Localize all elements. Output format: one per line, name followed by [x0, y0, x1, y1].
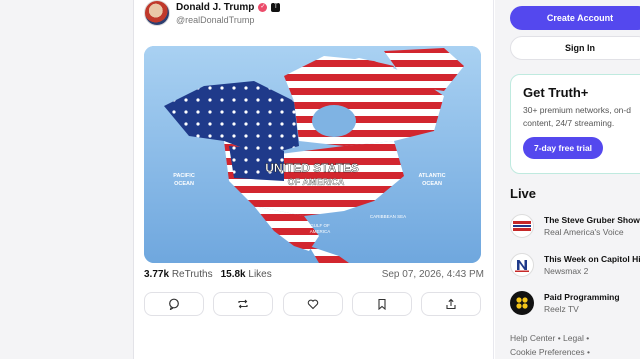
gulf-label-line2: AMERICA: [310, 229, 331, 234]
live-item[interactable]: Paid Programming Reelz TV: [510, 289, 640, 317]
atlantic-label-line1: ATLANTIC: [418, 173, 445, 179]
truth-plus-card: Get Truth+ 30+ premium networks, on-d co…: [510, 74, 640, 174]
live-network: Real America's Voice: [544, 227, 624, 237]
likes-count: 15.8k: [220, 269, 246, 280]
live-show-title: Paid Programming: [544, 292, 620, 302]
avatar[interactable]: [144, 0, 170, 26]
heart-icon: [307, 299, 318, 310]
live-network: Newsmax 2: [544, 266, 589, 276]
live-item[interactable]: The Steve Gruber Show Real America's Voi…: [510, 212, 640, 240]
map-title-line2: OF AMERICA: [288, 177, 345, 187]
rav-logo: [510, 214, 534, 238]
share-icon: [446, 298, 456, 310]
pacific-label-line1: PACIFIC: [173, 173, 195, 179]
map-image: UNITED STATES OF AMERICA PACIFIC OCEAN A…: [144, 46, 481, 263]
likes-label: Likes: [248, 269, 272, 280]
left-gutter: [0, 0, 134, 359]
author-handle[interactable]: @realDonaldTrump: [176, 15, 254, 25]
rav-logo-icon: [513, 221, 531, 231]
truth-plus-desc-line1: 30+ premium networks, on-d: [523, 105, 631, 115]
live-item[interactable]: This Week on Capitol Hi Newsmax 2: [510, 251, 640, 279]
retruth-button[interactable]: [213, 292, 274, 316]
post-date[interactable]: Sep 07, 2026, 4:43 PM: [382, 269, 484, 280]
post-image[interactable]: UNITED STATES OF AMERICA PACIFIC OCEAN A…: [144, 46, 481, 263]
verified-icon: ✓: [258, 3, 268, 12]
map-title-line1: UNITED STATES: [265, 161, 359, 175]
sign-in-button[interactable]: Sign In: [510, 36, 640, 60]
free-trial-button[interactable]: 7-day free trial: [523, 137, 603, 159]
truth-plus-title: Get Truth+: [523, 85, 589, 100]
atlantic-label-line2: OCEAN: [422, 181, 442, 187]
retruth-icon: [238, 299, 248, 309]
truth-plus-desc-line2: content, 24/7 streaming.: [523, 118, 615, 128]
author-name[interactable]: Donald J. Trump: [176, 2, 254, 13]
retruths-label: ReTruths: [171, 269, 213, 280]
likes-stat[interactable]: 15.8k Likes: [221, 269, 272, 280]
retruths-stat[interactable]: 3.77k ReTruths: [144, 269, 213, 280]
reelz-logo-icon: [516, 297, 528, 309]
footer-links-line2[interactable]: Cookie Preferences •: [510, 347, 590, 357]
caribbean-label: CARIBBEAN SEA: [370, 214, 406, 219]
live-show-title: This Week on Capitol Hi: [544, 254, 640, 264]
post-actions: [144, 292, 481, 316]
share-button[interactable]: [421, 292, 481, 316]
pacific-label-line2: OCEAN: [174, 181, 194, 187]
right-sidebar: Create Account Sign In Get Truth+ 30+ pr…: [495, 0, 640, 359]
bookmark-icon: [378, 298, 386, 310]
reelz-logo: [510, 291, 534, 315]
post-stats: 3.77k ReTruths 15.8k Likes Sep 07, 2026,…: [144, 269, 484, 280]
newsmax-logo: [510, 253, 534, 277]
reply-button[interactable]: [144, 292, 204, 316]
post-column: Donald J. Trump ✓ T @realDonaldTrump UNI…: [134, 0, 494, 359]
author-row: Donald J. Trump ✓ T: [176, 2, 281, 13]
reply-icon: [169, 298, 179, 310]
live-network: Reelz TV: [544, 304, 579, 314]
footer-links-line1[interactable]: Help Center • Legal •: [510, 333, 589, 343]
newsmax-logo-icon: [515, 260, 529, 272]
like-button[interactable]: [282, 292, 343, 316]
retruths-count: 3.77k: [144, 269, 170, 280]
live-section-title: Live: [510, 186, 537, 201]
live-show-title: The Steve Gruber Show: [544, 215, 640, 225]
create-account-button[interactable]: Create Account: [510, 6, 640, 30]
bookmark-button[interactable]: [351, 292, 412, 316]
truth-badge-icon: T: [271, 3, 281, 12]
gulf-label-line1: GULF OF: [310, 223, 330, 228]
truth-plus-description: 30+ premium networks, on-d content, 24/7…: [523, 104, 637, 130]
